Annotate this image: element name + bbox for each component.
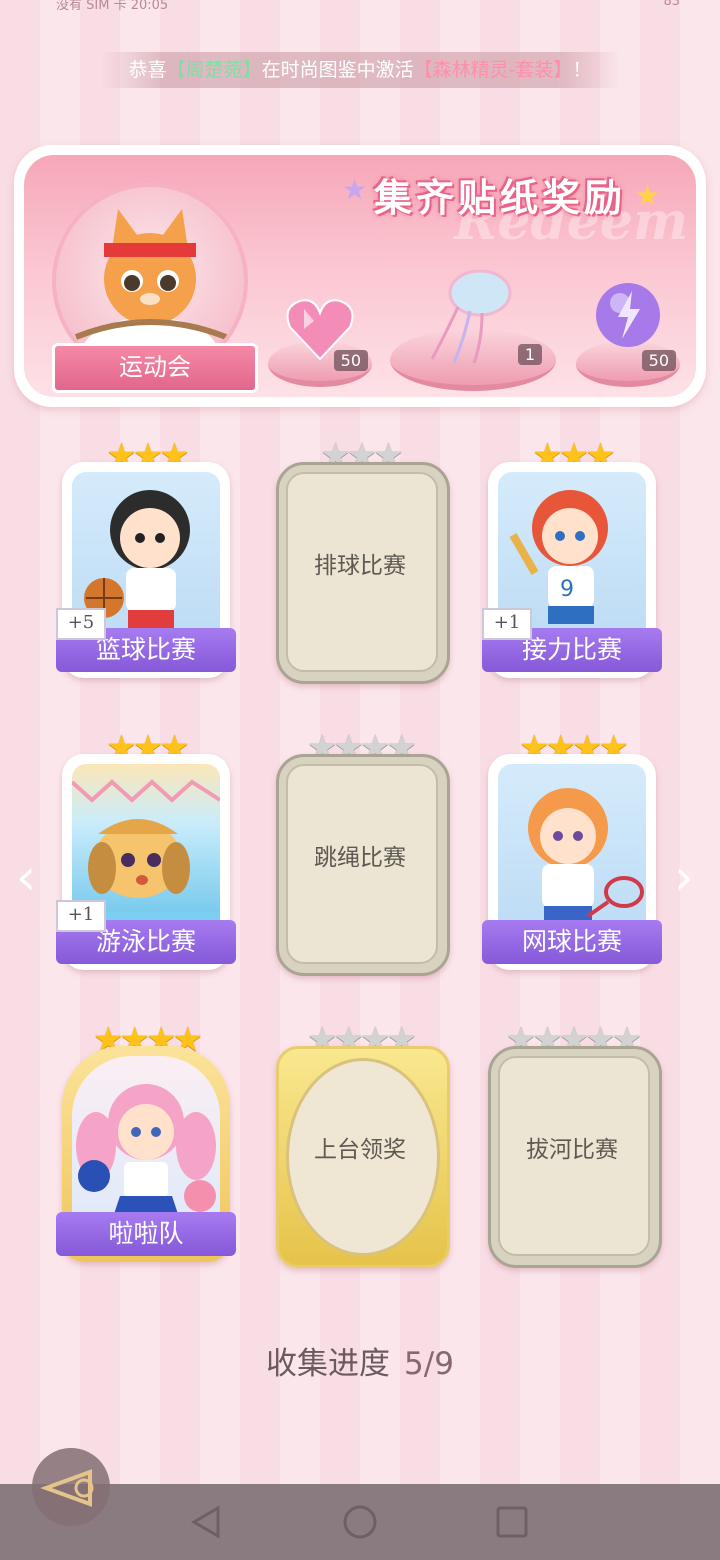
battery-level: 83 [663, 0, 680, 9]
sticker-card-tennis[interactable]: ★★★★ 网球比赛 [482, 730, 662, 970]
progress-value: 5/9 [404, 1346, 454, 1382]
recents-icon[interactable] [492, 1502, 532, 1542]
reward-orb[interactable]: 50 [576, 281, 680, 387]
card-label: 啦啦队 [56, 1212, 236, 1256]
sticker-card-jumprope[interactable]: ★★★★ 跳绳比赛 [276, 730, 450, 976]
bonus-badge: +1 [482, 608, 532, 640]
purple-star-icon: ★ [342, 173, 368, 206]
reward-banner: Redeem ★ ★ 集齐贴纸奖励 运动会 50 1 50 [14, 145, 706, 407]
card-label: 上台领奖 [314, 1137, 406, 1163]
sticker-card-tugofwar[interactable]: ★★★★★ 拔河比赛 [488, 1022, 662, 1268]
ticker-suffix: ！ [572, 59, 592, 81]
card-label: 拔河比赛 [526, 1137, 618, 1163]
reward-count: 1 [517, 344, 542, 365]
card-label: 网球比赛 [482, 920, 662, 964]
status-left: 没有 SIM 卡 20:05 [56, 0, 169, 13]
sticker-card-swimming[interactable]: ★★★ +1 游泳比赛 [56, 730, 236, 970]
bonus-badge: +1 [56, 900, 106, 932]
svg-text:9: 9 [560, 577, 574, 602]
reward-count: 50 [333, 350, 368, 371]
collection-progress: 收集进度 5/9 [0, 1338, 720, 1383]
assist-icon [40, 1469, 94, 1507]
sticker-card-volleyball[interactable]: ★★★ 排球比赛 [276, 438, 450, 684]
ticker-item: 【森林精灵-套装】 [413, 59, 573, 81]
purple-lightning-orb-icon [596, 283, 660, 347]
ticker-middle: 在时尚图鉴中激活 [261, 59, 414, 81]
jellyfish-ornament-icon [430, 269, 512, 364]
sticker-card-basketball[interactable]: ★★★ +5 篮球比赛 [56, 438, 236, 678]
progress-label: 收集进度 [266, 1346, 391, 1382]
sticker-card-awards[interactable]: ★★★★ 上台领奖 [276, 1022, 450, 1268]
back-icon[interactable] [186, 1502, 226, 1542]
banner-title: 集齐贴纸奖励 [373, 176, 626, 220]
reward-heart[interactable]: 50 [268, 295, 372, 387]
event-label: 运动会 [52, 343, 258, 393]
ticker-player: 【周楚菀】 [166, 59, 262, 81]
floating-assist-button[interactable] [32, 1448, 110, 1526]
reward-jellyfish[interactable]: 1 [390, 267, 556, 391]
home-icon[interactable] [340, 1502, 380, 1542]
reward-count: 50 [641, 350, 676, 371]
sticker-card-cheerleading[interactable]: ★★★★ 啦啦队 [56, 1022, 236, 1262]
ticker-prefix: 恭喜 [128, 59, 167, 81]
card-label: 跳绳比赛 [314, 845, 406, 871]
yellow-star-icon: ★ [634, 179, 660, 212]
status-bar: 没有 SIM 卡 20:05 83 [0, 0, 720, 14]
card-label: 排球比赛 [314, 553, 406, 579]
sticker-card-relay[interactable]: ★★★ 9 +1 接力比赛 [482, 438, 662, 678]
bonus-badge: +5 [56, 608, 106, 640]
announcement-ticker: 恭喜【周楚菀】在时尚图鉴中激活【森林精灵-套装】！ [100, 52, 620, 88]
previous-page-arrow-icon[interactable]: ‹ [16, 852, 46, 902]
next-page-arrow-icon[interactable]: › [674, 852, 704, 902]
